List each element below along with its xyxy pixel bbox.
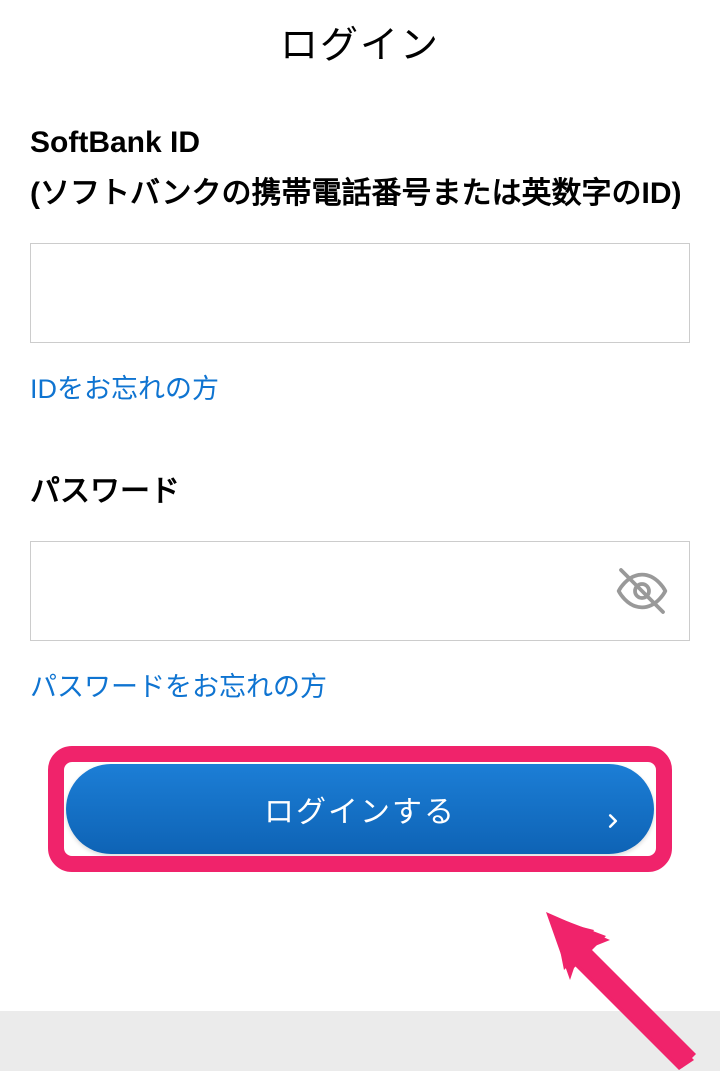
footer-bar [0,1011,720,1071]
password-input-wrapper [30,541,690,641]
login-button[interactable]: ログインする [66,764,654,854]
softbank-id-label: SoftBank ID(ソフトバンクの携帯電話番号または英数字のID) [30,117,690,219]
softbank-id-input[interactable] [30,243,690,343]
login-button-wrapper: ログインする [66,764,654,854]
login-button-label: ログインする [264,787,456,831]
password-group: パスワード パスワードをお忘れの方 [30,466,690,704]
toggle-password-visibility-button[interactable] [614,563,670,619]
softbank-id-group: SoftBank ID(ソフトバンクの携帯電話番号または英数字のID) IDをお… [30,117,690,406]
chevron-right-icon [606,802,620,816]
page-title: ログイン [30,0,690,117]
forgot-password-link[interactable]: パスワードをお忘れの方 [30,665,327,704]
eye-off-icon [614,563,670,619]
password-label: パスワード [30,466,690,517]
password-input[interactable] [30,541,690,641]
forgot-id-link[interactable]: IDをお忘れの方 [30,367,219,406]
softbank-id-input-wrapper [30,243,690,343]
